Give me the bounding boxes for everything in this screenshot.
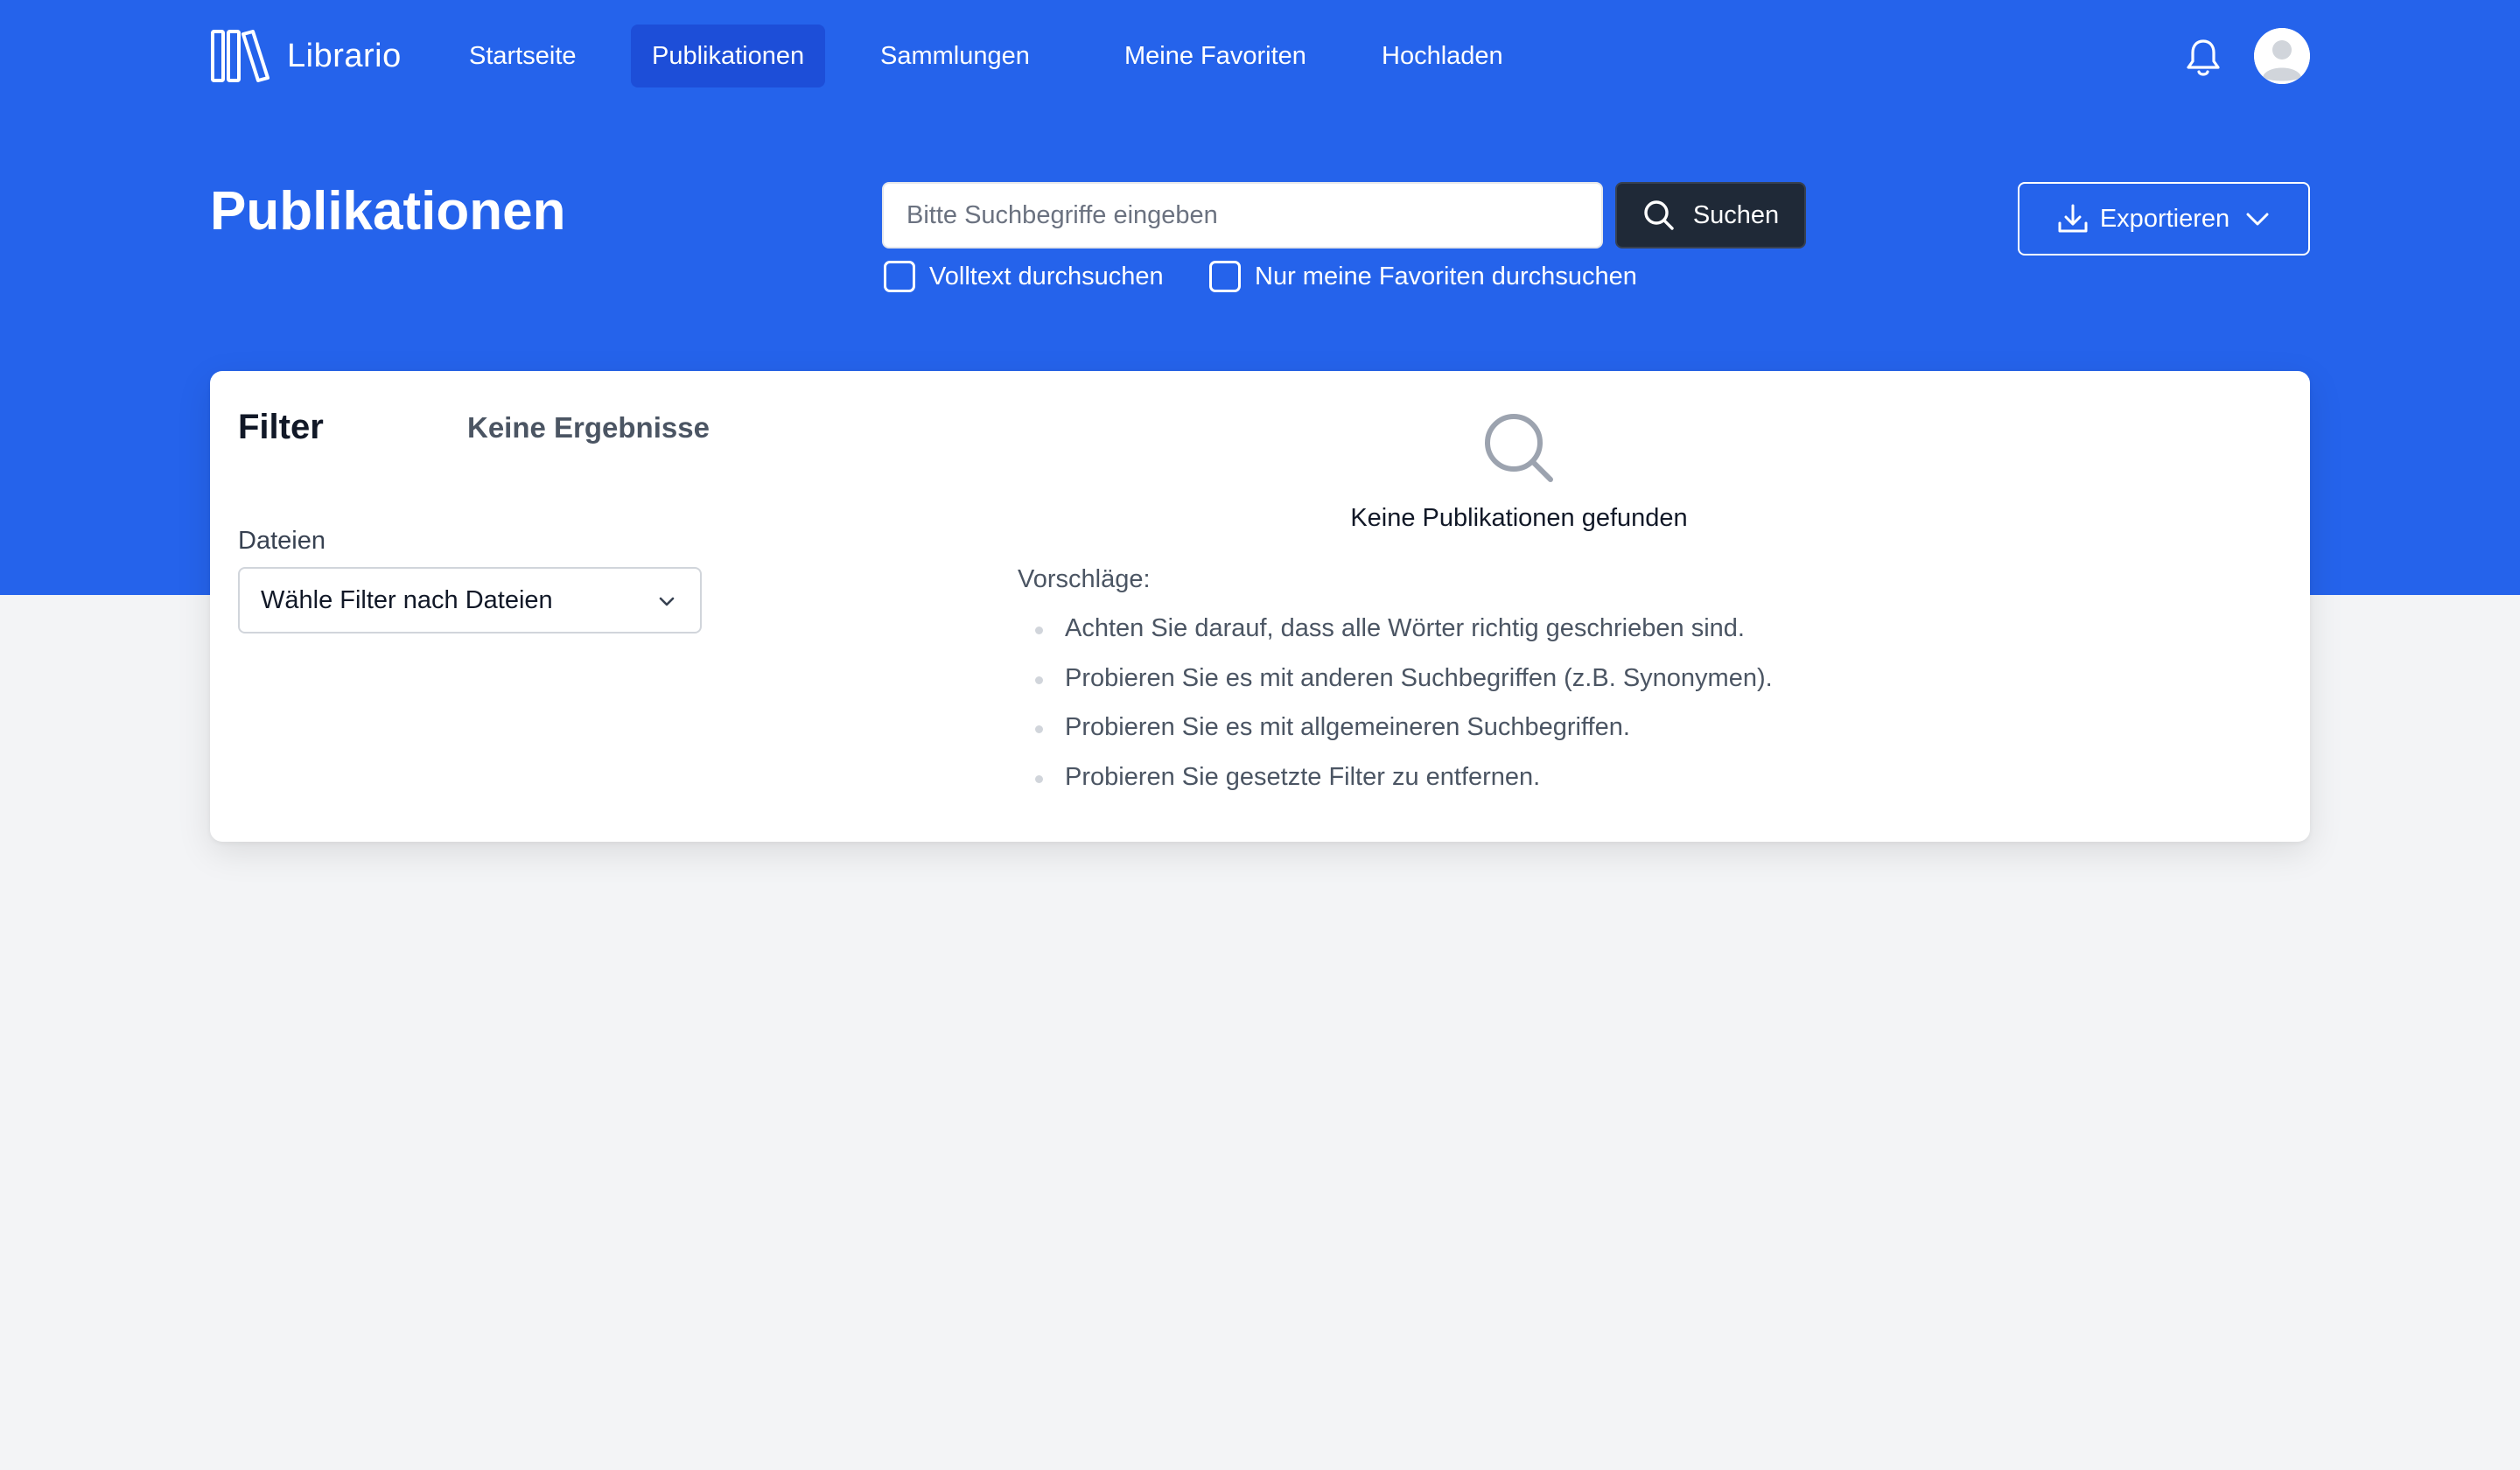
suggestions-list: Achten Sie darauf, dass alle Wörter rich…	[1035, 614, 1773, 812]
empty-state-title: Keine Publikationen gefunden	[1350, 504, 1688, 532]
nav-item-publikationen[interactable]: Publikationen	[631, 24, 826, 88]
chevron-down-icon	[2246, 213, 2269, 226]
download-icon	[2058, 204, 2088, 233]
nav-item-hochladen[interactable]: Hochladen	[1361, 24, 1524, 88]
files-filter-label: Dateien	[238, 527, 326, 555]
suggestion-item: Probieren Sie es mit anderen Suchbegriff…	[1035, 664, 1773, 714]
suggestion-item: Probieren Sie es mit allgemeineren Suchb…	[1035, 713, 1773, 763]
nav-item-sammlungen[interactable]: Sammlungen	[859, 24, 1051, 88]
favorites-only-checkbox[interactable]	[1209, 261, 1241, 292]
user-avatar[interactable]	[2254, 28, 2310, 84]
app-name: Librario	[287, 37, 402, 74]
suggestions-label: Vorschläge:	[1018, 565, 1151, 593]
favorites-only-option[interactable]: Nur meine Favoriten durchsuchen	[1209, 259, 1637, 294]
chevron-down-icon	[659, 597, 675, 606]
page-title: Publikationen	[210, 181, 566, 242]
user-avatar-icon	[2254, 28, 2310, 84]
fulltext-label: Volltext durchsuchen	[929, 262, 1164, 290]
filter-title: Filter	[238, 408, 324, 446]
fulltext-checkbox[interactable]	[884, 261, 915, 292]
search-input[interactable]	[882, 182, 1603, 248]
files-filter-select[interactable]: Wähle Filter nach Dateien	[238, 567, 702, 634]
results-count: Keine Ergebnisse	[467, 411, 710, 444]
files-filter-value: Wähle Filter nach Dateien	[261, 585, 553, 614]
app-logo[interactable]: Librario	[210, 28, 402, 84]
fulltext-option[interactable]: Volltext durchsuchen	[884, 259, 1164, 294]
results-card: Filter Keine Ergebnisse Dateien Wähle Fi…	[210, 371, 2310, 842]
top-navigation: Librario Startseite Publikationen Sammlu…	[210, 24, 2310, 88]
export-button-label: Exportieren	[2099, 204, 2230, 233]
search-button[interactable]: Suchen	[1615, 182, 1806, 248]
nav-item-meine-favoriten[interactable]: Meine Favoriten	[1103, 24, 1327, 88]
nav-item-startseite[interactable]: Startseite	[448, 24, 598, 88]
search-button-label: Suchen	[1692, 200, 1780, 229]
library-logo-icon	[211, 30, 270, 82]
bell-icon[interactable]	[2184, 37, 2222, 79]
suggestion-item: Probieren Sie gesetzte Filter zu entfern…	[1035, 763, 1773, 813]
favorites-only-label: Nur meine Favoriten durchsuchen	[1255, 262, 1637, 290]
magnifier-empty-icon	[1485, 414, 1553, 482]
search-icon	[1644, 200, 1674, 230]
export-button[interactable]: Exportieren	[2018, 182, 2310, 256]
suggestion-item: Achten Sie darauf, dass alle Wörter rich…	[1035, 614, 1773, 664]
